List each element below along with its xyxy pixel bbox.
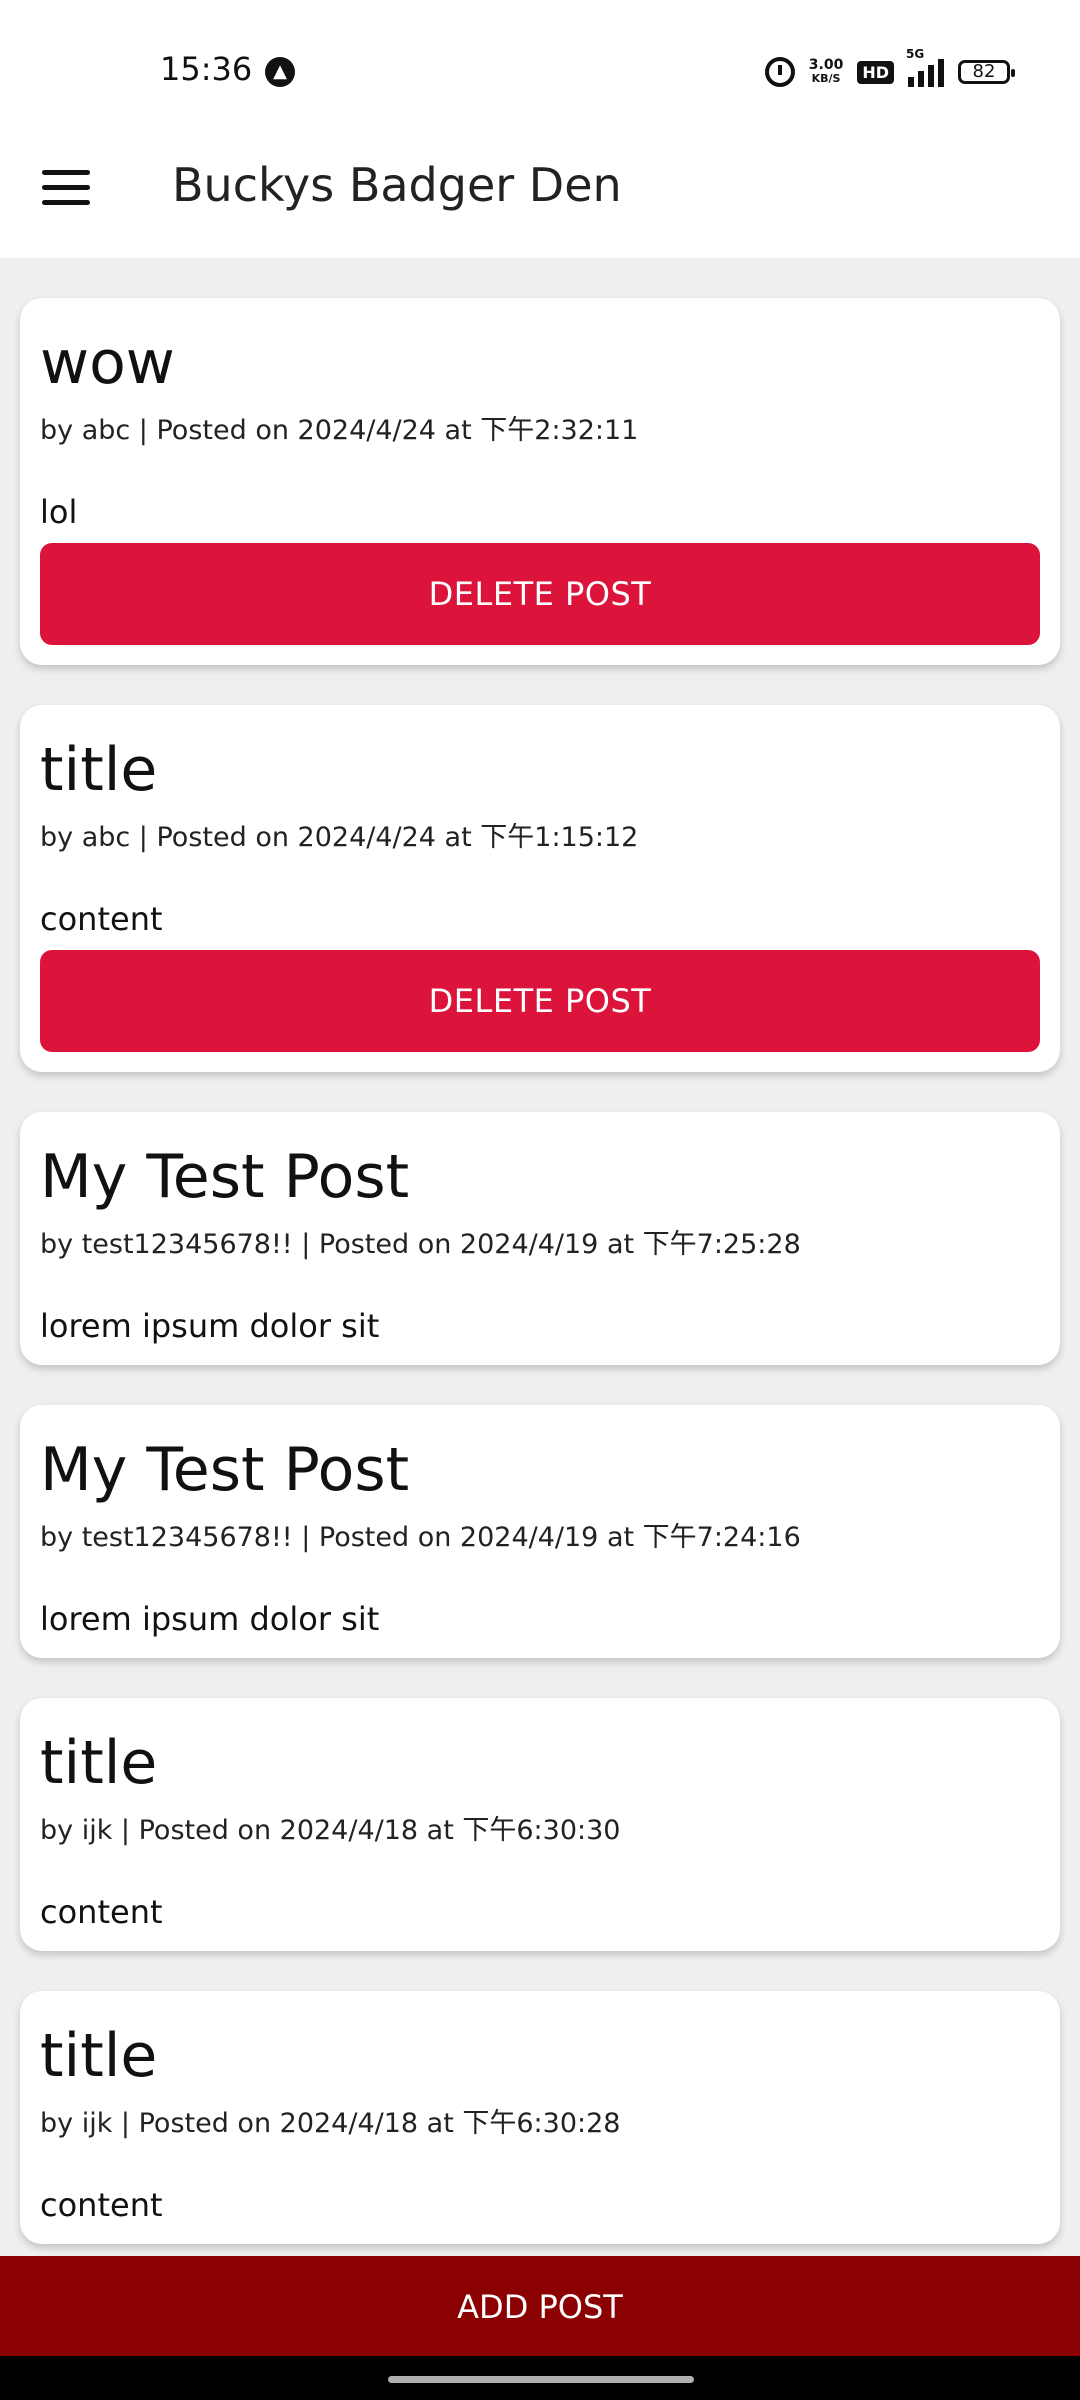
post-card: My Test Post by test12345678!! | Posted … — [20, 1112, 1060, 1365]
post-card: title by abc | Posted on 2024/4/24 at 下午… — [20, 705, 1060, 1072]
post-title: wow — [40, 328, 175, 398]
post-content: content — [40, 900, 163, 938]
status-time: 15:36 — [160, 50, 253, 88]
post-card: title by ijk | Posted on 2024/4/18 at 下午… — [20, 1698, 1060, 1951]
app-bar: Buckys Badger Den — [0, 120, 1080, 258]
home-gesture-handle[interactable] — [388, 2376, 694, 2383]
post-title: title — [40, 735, 158, 805]
hd-icon: HD — [857, 60, 894, 84]
post-meta: by ijk | Posted on 2024/4/18 at 下午6:30:2… — [40, 2108, 621, 2139]
network-speed: 3.00 KB/S — [808, 57, 844, 85]
signal-5g-icon: 5G — [906, 47, 944, 87]
post-title: My Test Post — [40, 1142, 410, 1212]
post-title: My Test Post — [40, 1435, 410, 1505]
post-meta: by test12345678!! | Posted on 2024/4/19 … — [40, 1229, 801, 1260]
post-meta: by test12345678!! | Posted on 2024/4/19 … — [40, 1522, 801, 1553]
delete-post-button[interactable]: DELETE POST — [40, 950, 1040, 1052]
post-title: title — [40, 2021, 158, 2091]
delete-post-button[interactable]: DELETE POST — [40, 543, 1040, 645]
post-content: content — [40, 1893, 163, 1931]
post-meta: by abc | Posted on 2024/4/24 at 下午1:15:1… — [40, 822, 639, 853]
post-feed[interactable]: wow by abc | Posted on 2024/4/24 at 下午2:… — [20, 298, 1060, 2284]
post-content: lorem ipsum dolor sit — [40, 1600, 380, 1638]
post-content: lol — [40, 493, 78, 531]
add-post-button[interactable]: ADD POST — [0, 2256, 1080, 2356]
post-card: title by ijk | Posted on 2024/4/18 at 下午… — [20, 1991, 1060, 2244]
app-title: Buckys Badger Den — [172, 158, 622, 212]
post-meta: by abc | Posted on 2024/4/24 at 下午2:32:1… — [40, 415, 639, 446]
post-card: wow by abc | Posted on 2024/4/24 at 下午2:… — [20, 298, 1060, 665]
post-card: My Test Post by test12345678!! | Posted … — [20, 1405, 1060, 1658]
status-icons: 3.00 KB/S HD 5G 82 — [764, 47, 1015, 94]
battery-icon: 82 — [958, 60, 1015, 84]
navigation-app-icon: ▲ — [265, 57, 295, 87]
post-meta: by ijk | Posted on 2024/4/18 at 下午6:30:3… — [40, 1815, 621, 1846]
post-title: title — [40, 1728, 158, 1798]
system-navigation-bar — [0, 2356, 1080, 2400]
hamburger-menu-icon[interactable] — [42, 170, 90, 206]
post-content: lorem ipsum dolor sit — [40, 1307, 380, 1345]
post-content: content — [40, 2186, 163, 2224]
alarm-icon — [764, 57, 795, 87]
status-bar: 15:36 ▲ 3.00 KB/S HD 5G 82 — [0, 0, 1080, 140]
